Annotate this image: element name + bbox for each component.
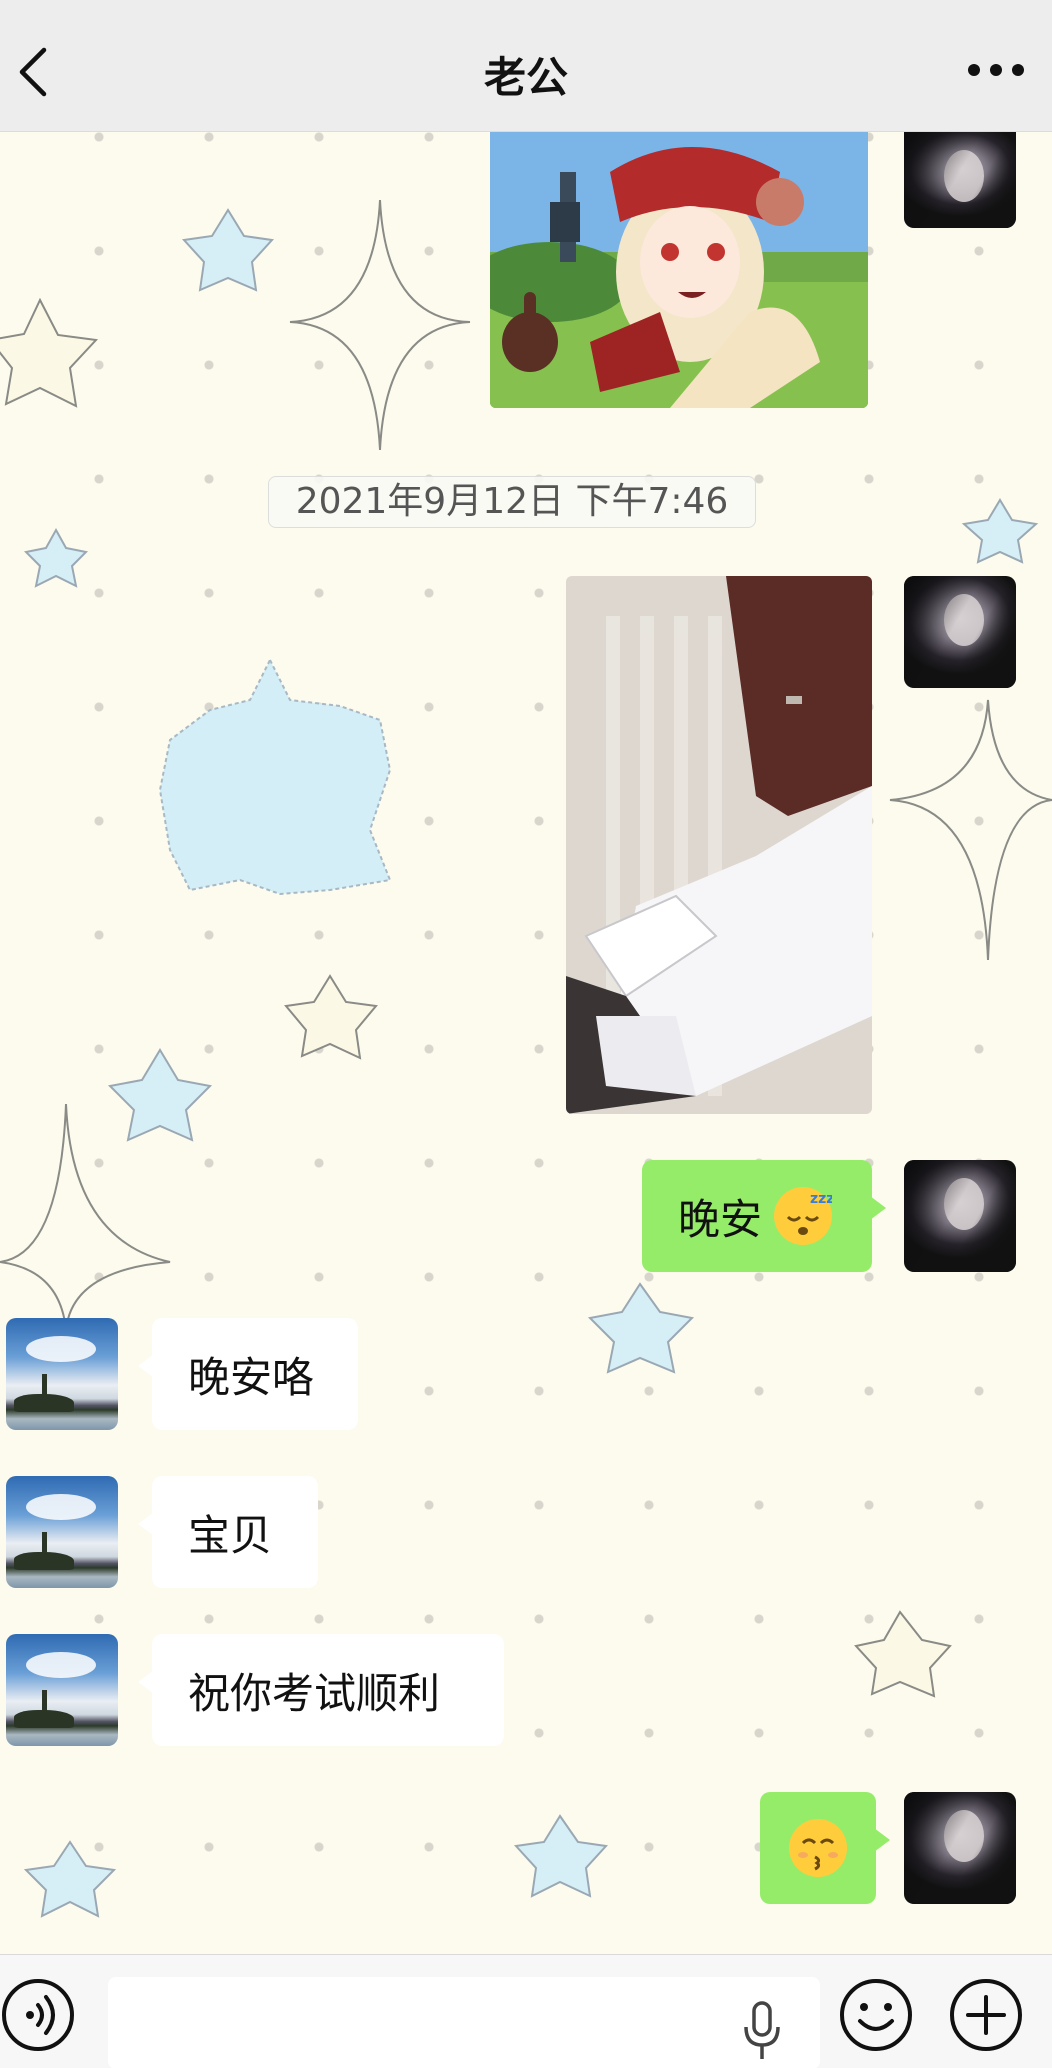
message-bubble-sent[interactable]: 晚安 zzz	[642, 1160, 886, 1272]
image-message-anime[interactable]	[490, 132, 868, 408]
message-text: 晚安咯	[188, 1352, 315, 1402]
avatar[interactable]	[6, 1318, 118, 1430]
avatar[interactable]	[904, 132, 1016, 228]
avatar[interactable]	[904, 1160, 1016, 1272]
message-bubble-received[interactable]: 晚安咯	[138, 1318, 358, 1430]
avatar[interactable]	[904, 1792, 1016, 1904]
message-input[interactable]	[108, 1977, 820, 2068]
avatar[interactable]	[904, 576, 1016, 688]
voice-icon[interactable]	[0, 1977, 76, 2053]
chat-header: 老公	[0, 0, 1052, 132]
image-message-room[interactable]	[566, 576, 872, 1114]
emoji-icon[interactable]	[838, 1977, 914, 2053]
mic-icon[interactable]	[742, 1999, 782, 2063]
sleepy-face-icon: zzz	[774, 1187, 833, 1245]
plus-icon[interactable]	[948, 1977, 1024, 2053]
chat-title: 老公	[483, 53, 568, 102]
more-icon[interactable]	[966, 62, 1026, 78]
message-text: 祝你考试顺利	[188, 1668, 441, 1718]
message-text: 晚安	[678, 1194, 763, 1244]
message-bubble-received[interactable]: 宝贝	[138, 1476, 318, 1588]
timestamp: 2021年9月12日 下午7:46	[268, 476, 756, 528]
message-bubble-sent[interactable]	[760, 1792, 890, 1904]
avatar[interactable]	[6, 1634, 118, 1746]
avatar[interactable]	[6, 1476, 118, 1588]
svg-text:zzz: zzz	[810, 1191, 832, 1207]
input-bar	[0, 1954, 1052, 2068]
message-text: 宝贝	[188, 1510, 273, 1560]
message-bubble-received[interactable]: 祝你考试顺利	[138, 1634, 504, 1746]
kissing-face-icon	[789, 1819, 847, 1877]
